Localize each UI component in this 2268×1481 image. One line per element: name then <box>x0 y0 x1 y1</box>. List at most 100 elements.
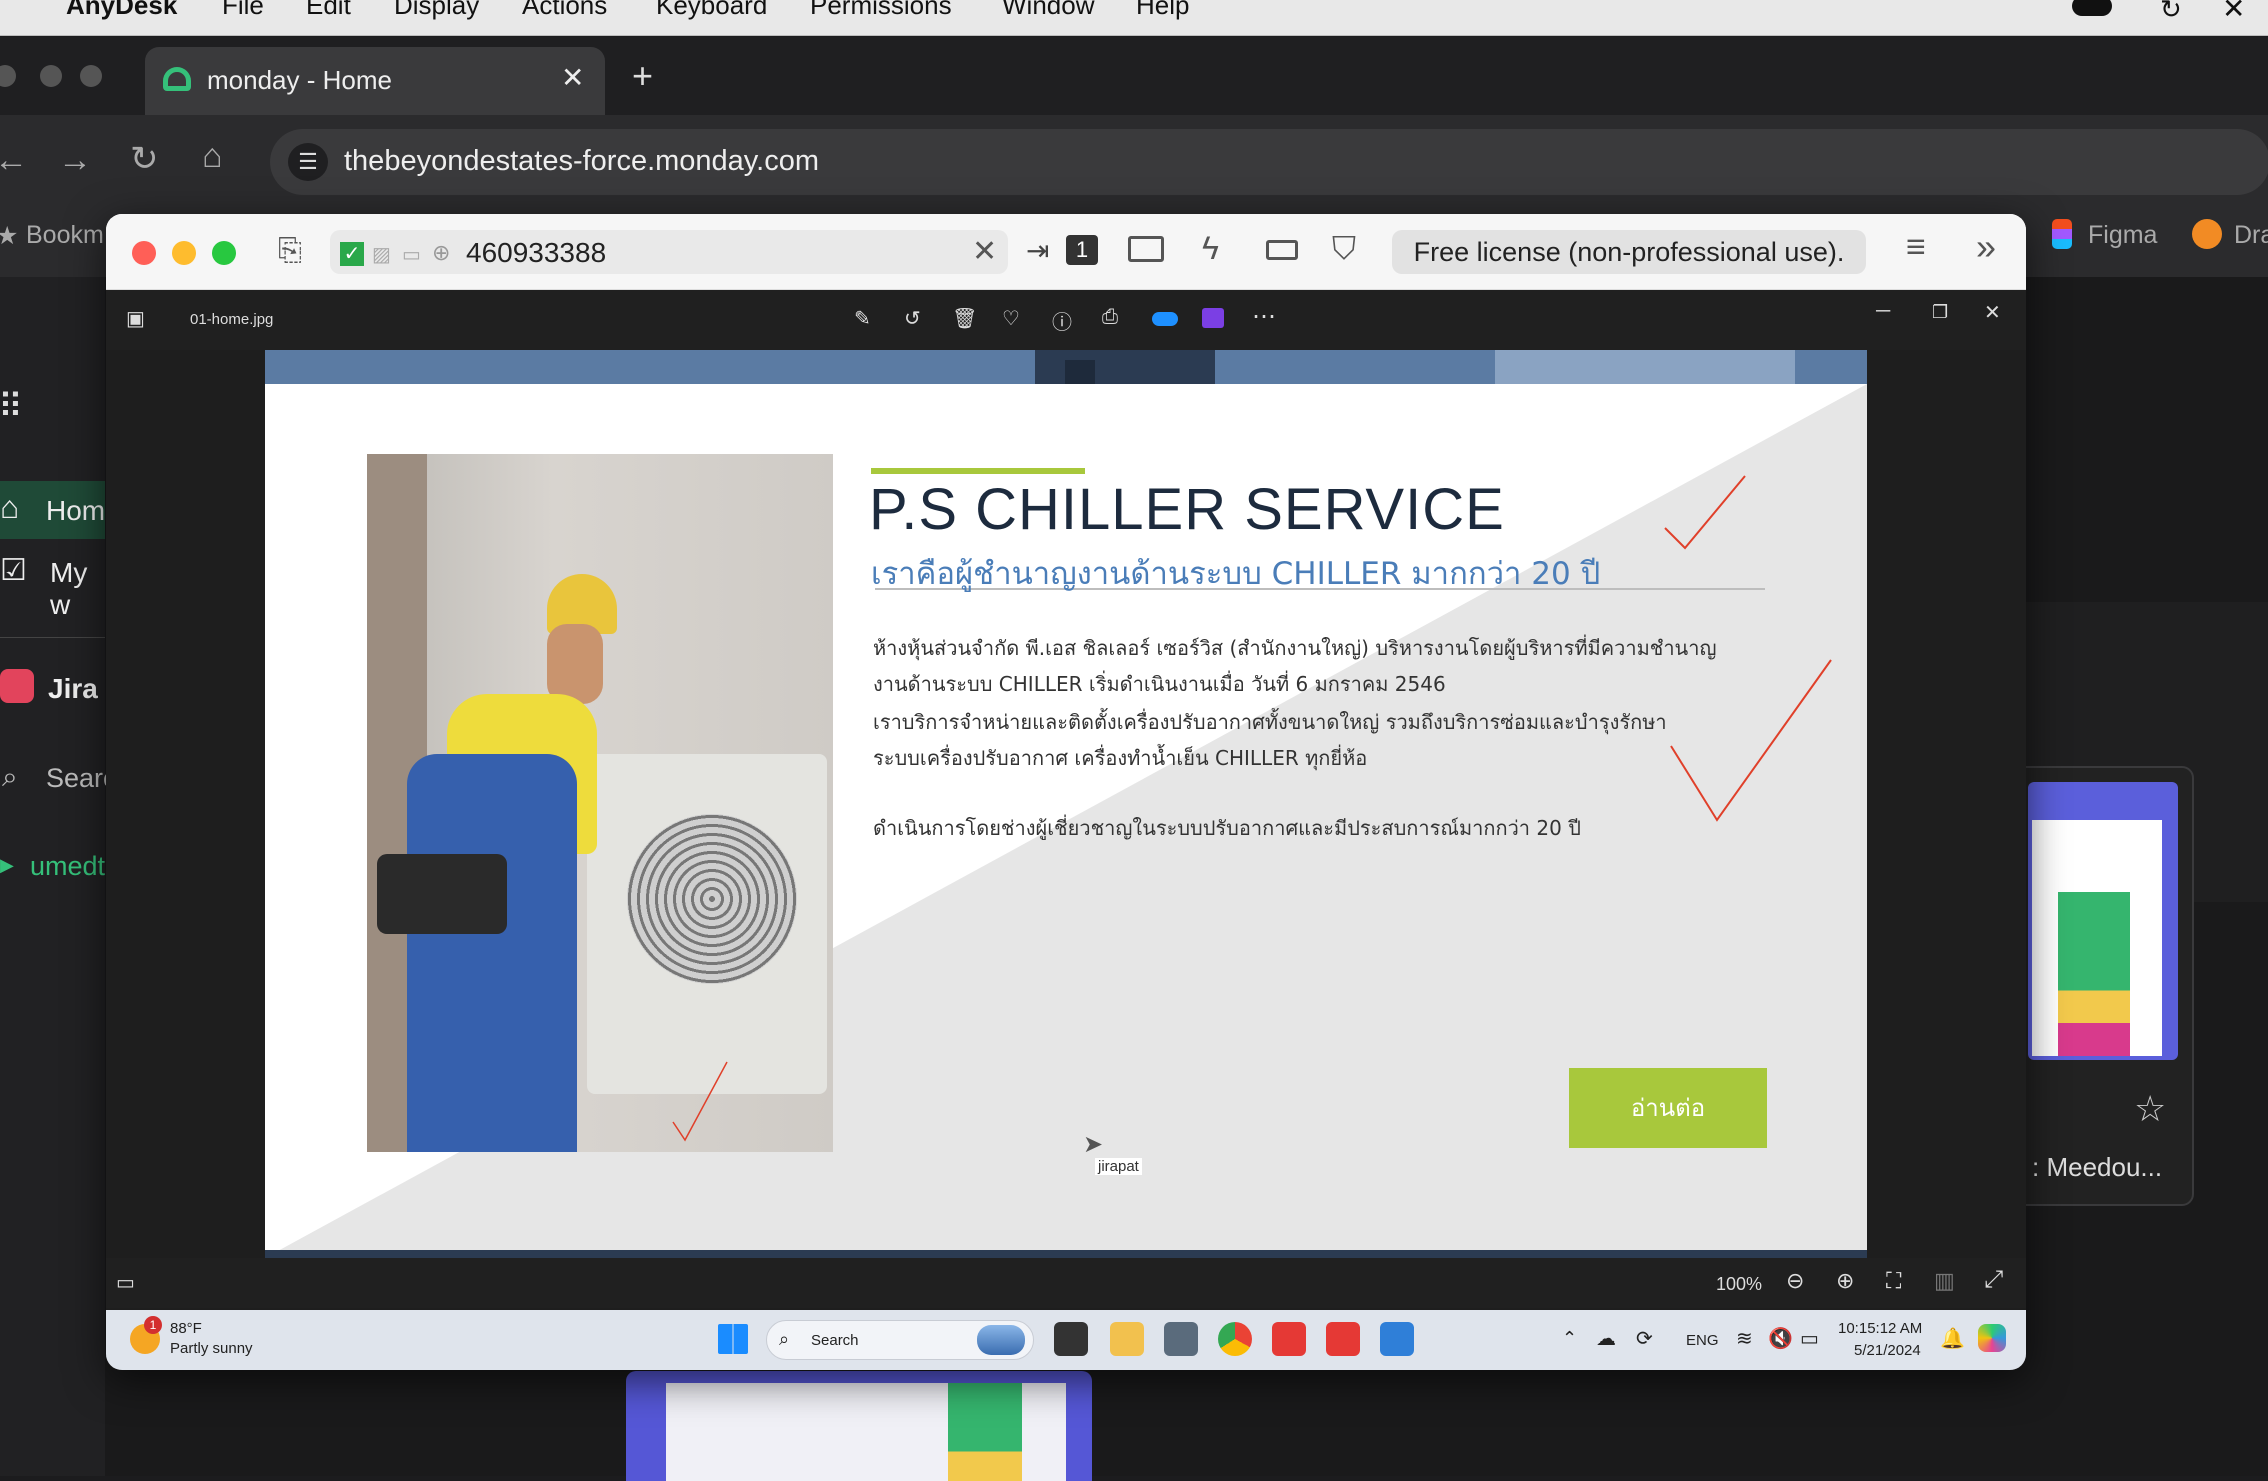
sync-icon[interactable]: ↻ <box>2160 0 2182 25</box>
site-settings-icon[interactable]: ☰ <box>288 143 328 181</box>
apps-grid-icon[interactable]: ⠿ <box>0 387 23 427</box>
remote-id: 460933388 <box>466 237 607 268</box>
info-icon[interactable]: ⓘ <box>1052 306 1072 335</box>
menu-app[interactable]: AnyDesk <box>66 0 177 21</box>
disconnect-icon[interactable]: ✕ <box>972 234 997 269</box>
search-icon: ⌕ <box>2 761 18 792</box>
menu-permissions[interactable]: Permissions <box>810 0 952 21</box>
weather-temp: 88°F <box>170 1320 202 1337</box>
tab-close-icon[interactable]: ✕ <box>561 61 584 94</box>
template-preview-bottom <box>626 1371 1092 1481</box>
photo-viewer-statusbar: ▭ 100% ⊖ ⊕ ⛶ ▥ ⤢ <box>106 1258 2026 1308</box>
clock-time[interactable]: 10:15:12 AM <box>1838 1320 1922 1337</box>
search-highlight-icon <box>977 1325 1025 1355</box>
check-calendar-icon: ☑ <box>0 554 27 587</box>
nav-mywork[interactable]: ☑ My w <box>0 543 105 620</box>
bookmarks-label[interactable]: Bookm <box>26 221 104 250</box>
menu-window[interactable]: Window <box>1002 0 1094 21</box>
anydesk-minimize-button[interactable] <box>172 241 196 265</box>
favorite-heart-icon[interactable]: ♡ <box>1002 306 1020 331</box>
file-explorer-icon[interactable] <box>1110 1322 1144 1356</box>
input-language[interactable]: ENG <box>1686 1332 1719 1349</box>
anydesk-close-button[interactable] <box>132 241 156 265</box>
delete-icon[interactable]: 🗑 <box>952 306 977 331</box>
exit-icon[interactable]: ⇥ <box>1026 234 1049 267</box>
window-close-button[interactable] <box>0 65 16 87</box>
window-zoom-button[interactable] <box>80 65 102 87</box>
onedrive-tray-icon[interactable]: ☁ <box>1596 1326 1616 1351</box>
menu-actions[interactable]: Actions <box>522 0 607 21</box>
fit-window-icon[interactable]: ⛶ <box>1886 1268 1901 1294</box>
anydesk-taskbar-icon-2[interactable] <box>1326 1322 1360 1356</box>
rotate-icon[interactable]: ↺ <box>904 306 921 331</box>
battery-icon[interactable]: ▭ <box>1800 1326 1819 1351</box>
onedrive-icon[interactable] <box>1152 312 1178 326</box>
notification-bell-icon[interactable]: 🔔 <box>1940 1326 1965 1351</box>
viewer-restore-icon[interactable]: ❐ <box>1932 302 1948 323</box>
new-tab-icon[interactable]: + <box>632 55 653 97</box>
anydesk-taskbar-icon[interactable] <box>1272 1322 1306 1356</box>
edit-image-icon[interactable]: ✎ <box>854 306 871 331</box>
address-bar[interactable]: ☰ thebeyondestates-force.monday.com <box>270 129 2268 195</box>
zoom-level[interactable]: 100% <box>1716 1274 1762 1295</box>
folder-label[interactable]: umedt <box>30 851 105 882</box>
anydesk-toolbar: ⎘ ✓ ▨ ▭ ⊕ 460933388 ✕ ⇥ 1 ϟ ⛉ Free licen… <box>106 214 2026 290</box>
keyboard-icon[interactable] <box>1266 240 1298 260</box>
menu-icon[interactable]: ≡ <box>1906 228 1926 267</box>
menu-keyboard[interactable]: Keyboard <box>656 0 767 21</box>
wifi-icon[interactable]: ≋ <box>1736 1326 1753 1351</box>
actual-size-icon: ▥ <box>1934 1268 1955 1293</box>
shield-icon[interactable]: ⛉ <box>1332 230 1356 268</box>
home-icon[interactable]: ⌂ <box>202 137 223 176</box>
fullscreen-icon[interactable]: ⤢ <box>1984 1266 2003 1294</box>
more-options-icon[interactable]: ⋯ <box>1252 302 1276 331</box>
viewer-minimize-icon[interactable]: ─ <box>1876 300 1890 323</box>
bookmark-figma[interactable]: Figma <box>2088 221 2157 250</box>
clock-date[interactable]: 5/21/2024 <box>1854 1342 1921 1359</box>
reload-icon[interactable]: ↻ <box>130 139 159 179</box>
window-minimize-button[interactable] <box>40 65 62 87</box>
sync-tray-icon[interactable]: ⟳ <box>1636 1326 1653 1351</box>
chrome-icon[interactable] <box>1218 1322 1252 1356</box>
photo-viewer-titlebar: ▣ 01-home.jpg ✎ ↺ 🗑 ♡ ⓘ ⎙ ⋯ ─ ❐ ✕ <box>106 290 2026 350</box>
zoom-out-icon[interactable]: ⊖ <box>1786 1268 1804 1294</box>
nav-home[interactable]: ⌂ Hom <box>0 481 105 539</box>
keyboard-off-icon: ▭ <box>402 244 421 266</box>
license-notice[interactable]: Free license (non-professional use). <box>1392 230 1866 274</box>
zoom-in-icon[interactable]: ⊕ <box>1836 1268 1854 1294</box>
anydesk-zoom-button[interactable] <box>212 241 236 265</box>
menu-file[interactable]: File <box>222 0 264 21</box>
close-icon[interactable]: ✕ <box>2222 0 2245 25</box>
menu-help[interactable]: Help <box>1136 0 1189 21</box>
tray-chevron-icon[interactable]: ⌃ <box>1562 1328 1577 1349</box>
monitor-icon[interactable] <box>1128 236 1164 262</box>
windows-start-icon[interactable] <box>718 1324 748 1354</box>
back-icon[interactable]: ← <box>0 141 28 180</box>
chevrons-right-icon[interactable]: » <box>1976 226 1996 268</box>
menu-display[interactable]: Display <box>394 0 479 21</box>
folder-chevron-icon[interactable]: ▶ <box>0 855 14 876</box>
calculator-icon[interactable] <box>1164 1322 1198 1356</box>
volume-muted-icon[interactable]: 🔇 <box>1768 1326 1793 1351</box>
filmstrip-icon[interactable]: ▭ <box>116 1270 135 1295</box>
viewer-close-icon[interactable]: ✕ <box>1984 300 2001 325</box>
file-transfer-icon[interactable]: ⎘ <box>278 234 302 268</box>
remote-id-field[interactable]: ✓ ▨ ▭ ⊕ 460933388 ✕ <box>330 230 1008 274</box>
url-text[interactable]: thebeyondestates-force.monday.com <box>344 145 819 178</box>
workspace-name[interactable]: Jira <box>48 673 98 705</box>
menu-edit[interactable]: Edit <box>306 0 351 21</box>
favorite-star-icon[interactable]: ☆ <box>2134 1088 2166 1130</box>
display-select-icon[interactable]: 1 <box>1066 235 1098 265</box>
task-view-icon[interactable] <box>1054 1322 1088 1356</box>
status-icon[interactable] <box>2072 0 2112 16</box>
tab-monday-home[interactable]: monday - Home ✕ <box>145 47 605 115</box>
monday-favicon-icon <box>163 67 191 91</box>
action-lightning-icon[interactable]: ϟ <box>1202 230 1219 267</box>
copilot-icon[interactable] <box>1978 1324 2006 1352</box>
taskbar-search[interactable]: ⌕ Search <box>766 1320 1034 1360</box>
bookmark-dr[interactable]: Dra <box>2234 221 2268 250</box>
photos-taskbar-icon[interactable] <box>1380 1322 1414 1356</box>
clipchamp-icon[interactable] <box>1202 308 1224 328</box>
print-icon[interactable]: ⎙ <box>1102 306 1118 329</box>
forward-icon[interactable]: → <box>58 141 92 180</box>
